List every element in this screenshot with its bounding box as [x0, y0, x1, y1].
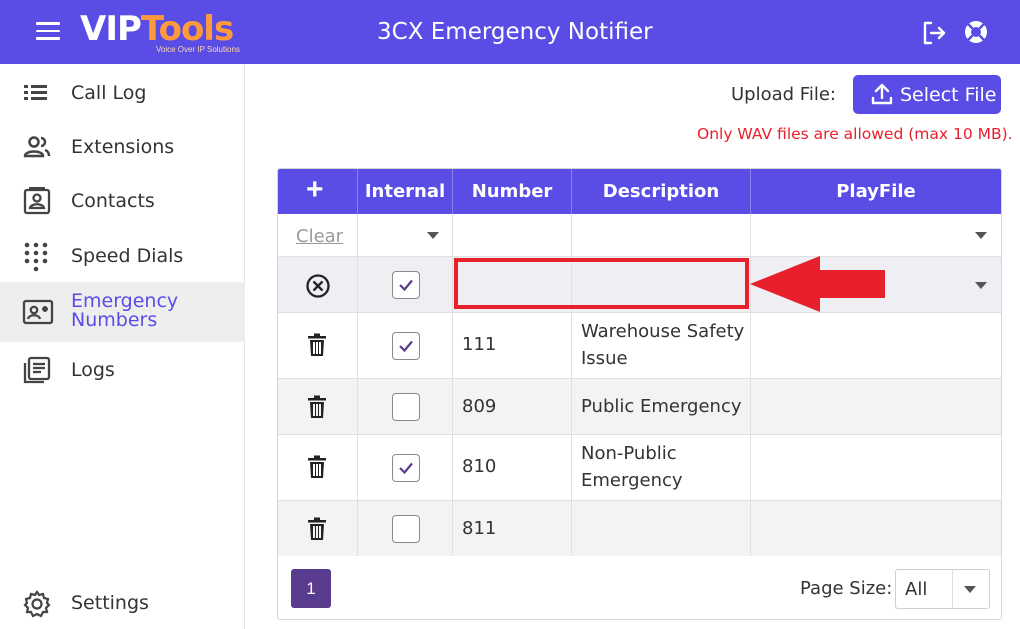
table-row: 809 Public Emergency	[278, 379, 1001, 435]
sidebar-item-extensions[interactable]: Extensions	[0, 120, 245, 172]
page-size-label: Page Size:	[800, 578, 893, 599]
description-cell-line2: Emergency	[581, 470, 683, 491]
emergency-card-icon	[22, 298, 54, 326]
trash-icon[interactable]	[306, 455, 328, 479]
list-icon	[22, 79, 52, 107]
playfile-cell	[751, 435, 1001, 500]
users-icon	[22, 133, 52, 161]
sidebar-item-label: Extensions	[71, 136, 175, 158]
trash-icon[interactable]	[306, 517, 328, 541]
sidebar-item-label: Emergency Numbers	[71, 290, 179, 331]
number-cell: 810	[462, 456, 497, 477]
emergency-numbers-grid: + Internal Number Description PlayFile C…	[277, 168, 1002, 620]
column-header-description[interactable]: Description	[572, 169, 751, 214]
upload-file-label: Upload File:	[731, 84, 836, 105]
number-cell: 111	[462, 334, 497, 355]
sidebar-item-label: Call Log	[71, 82, 147, 104]
red-arrow-annotation	[750, 256, 885, 312]
trash-icon[interactable]	[306, 333, 328, 357]
table-row: 810 Non-Public Emergency	[278, 435, 1001, 501]
chevron-down-icon	[964, 586, 976, 593]
voiptools-logo: VIPTools Voice Over IP Solutions	[80, 9, 240, 54]
description-cell: Warehouse Safety	[581, 321, 745, 342]
document-icon	[22, 356, 52, 384]
page-button-current[interactable]: 1	[291, 569, 331, 608]
gear-icon	[22, 589, 52, 618]
sidebar-item-speed-dials[interactable]: Speed Dials	[0, 229, 245, 281]
select-file-button[interactable]: Select File	[853, 75, 1001, 114]
column-header-number[interactable]: Number	[453, 169, 572, 214]
column-header-playfile[interactable]: PlayFile	[751, 169, 1001, 214]
description-filter-input[interactable]	[572, 214, 751, 256]
description-cell: Non-Public	[581, 443, 677, 464]
trash-icon[interactable]	[306, 395, 328, 419]
grid-header: + Internal Number Description PlayFile	[278, 169, 1001, 214]
internal-checkbox[interactable]	[392, 454, 420, 482]
file-type-warning: Only WAV files are allowed (max 10 MB).	[697, 125, 1013, 143]
cancel-circle-icon[interactable]	[305, 273, 331, 299]
dialpad-icon	[22, 242, 52, 272]
help-lifebuoy-icon[interactable]	[963, 19, 989, 45]
playfile-filter-dropdown[interactable]	[975, 232, 987, 239]
column-header-internal[interactable]: Internal	[358, 169, 453, 214]
playfile-dropdown[interactable]	[975, 282, 987, 289]
upload-icon	[871, 83, 893, 105]
description-cell-line2: Issue	[581, 348, 628, 369]
table-row: 811	[278, 501, 1001, 557]
contact-card-icon	[22, 186, 52, 215]
top-bar: VIPTools Voice Over IP Solutions 3CX Eme…	[0, 0, 1020, 64]
internal-checkbox[interactable]	[392, 332, 420, 360]
internal-checkbox[interactable]	[392, 393, 420, 421]
sidebar: Call Log Extensions Contacts Speed Dials…	[0, 64, 245, 629]
internal-filter-dropdown[interactable]	[427, 232, 439, 239]
sidebar-item-call-log[interactable]: Call Log	[0, 66, 245, 118]
sidebar-item-label: Speed Dials	[71, 245, 184, 267]
internal-checkbox[interactable]	[392, 271, 420, 299]
sidebar-item-logs[interactable]: Logs	[0, 343, 245, 395]
internal-checkbox[interactable]	[392, 515, 420, 543]
logout-icon[interactable]	[921, 20, 947, 46]
table-row: 111 Warehouse Safety Issue	[278, 313, 1001, 379]
number-cell: 811	[462, 518, 497, 539]
description-cell	[572, 501, 751, 556]
page-size-select[interactable]: All	[895, 569, 990, 609]
number-cell: 809	[462, 396, 497, 417]
sidebar-item-label: Settings	[71, 592, 149, 614]
sidebar-item-emergency-numbers[interactable]: Emergency Numbers	[0, 282, 245, 342]
playfile-cell	[751, 379, 1001, 434]
playfile-cell	[751, 501, 1001, 556]
sidebar-item-settings[interactable]: Settings	[0, 576, 245, 628]
menu-icon[interactable]	[36, 22, 60, 42]
number-filter-input[interactable]	[453, 214, 572, 256]
description-cell: Public Emergency	[581, 396, 742, 417]
filter-row: Clear	[278, 214, 1001, 257]
pager: 1 Page Size: All	[278, 556, 1001, 619]
clear-filter-link[interactable]: Clear	[296, 226, 343, 247]
sidebar-item-label: Contacts	[71, 190, 155, 212]
sidebar-item-contacts[interactable]: Contacts	[0, 174, 245, 226]
playfile-cell	[751, 313, 1001, 378]
app-title: 3CX Emergency Notifier	[377, 19, 653, 45]
sidebar-item-label: Logs	[71, 359, 115, 381]
add-row-button[interactable]: +	[278, 169, 358, 214]
highlight-box	[454, 258, 749, 309]
